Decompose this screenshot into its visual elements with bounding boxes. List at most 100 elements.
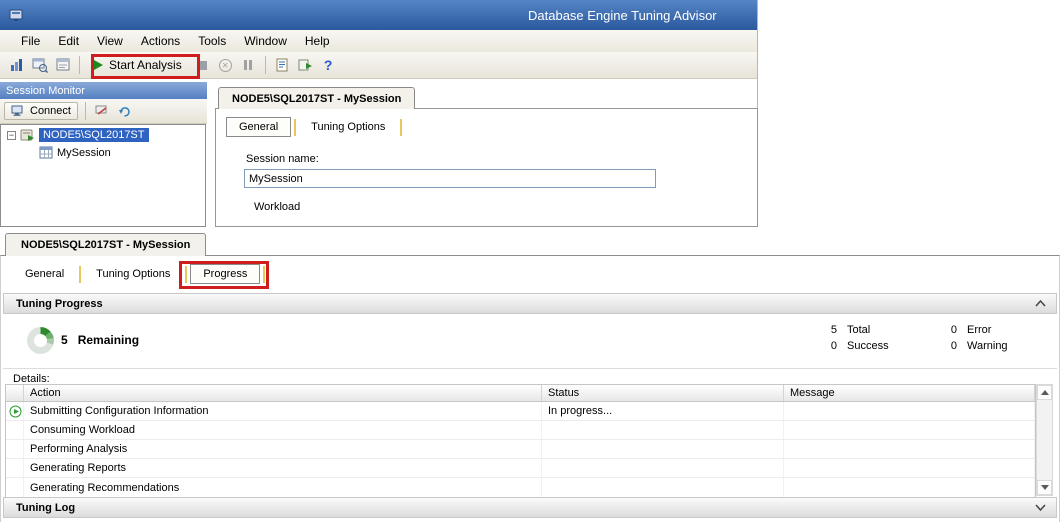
session-name-input[interactable]: [244, 169, 656, 188]
menu-tools[interactable]: Tools: [189, 31, 235, 51]
stat-error: 0 Error: [945, 322, 1008, 338]
remaining-counter: 5 Remaining: [61, 333, 139, 347]
connect-label: Connect: [30, 105, 71, 117]
table-header-action[interactable]: Action: [24, 385, 542, 401]
row-message: [784, 421, 1035, 439]
tab-general[interactable]: General: [226, 117, 291, 137]
row-message: [784, 402, 1035, 420]
row-action: Generating Reports: [24, 459, 542, 477]
row-message: [784, 478, 1035, 497]
workload-group-label: Workload: [254, 201, 757, 213]
details-scrollbar[interactable]: [1036, 384, 1053, 496]
in-progress-icon: [9, 405, 22, 418]
progress-document-tab-label: NODE5\SQL2017ST - MySession: [21, 239, 190, 251]
row-action: Consuming Workload: [24, 421, 542, 439]
progress-tabstrip: General Tuning Options Progress: [13, 264, 1059, 284]
row-status: [542, 440, 784, 458]
tree-node-server[interactable]: − NODE5\SQL2017ST: [1, 125, 205, 143]
connect-button[interactable]: Connect: [4, 102, 78, 120]
table-header-message[interactable]: Message: [784, 385, 1035, 401]
table-row[interactable]: Consuming Workload: [6, 421, 1035, 440]
tab-progress[interactable]: Progress: [190, 264, 260, 284]
session-grid-icon: [39, 146, 53, 159]
collapse-chevron-icon[interactable]: [1035, 300, 1046, 307]
import-session-icon[interactable]: [272, 55, 293, 76]
tab-separator: [263, 266, 265, 283]
session-monitor-header: Session Monitor: [0, 82, 207, 99]
row-status: In progress...: [542, 402, 784, 420]
error-label: Error: [967, 324, 991, 336]
tree-node-server-label[interactable]: NODE5\SQL2017ST: [39, 128, 149, 142]
tree-node-session-label[interactable]: MySession: [57, 147, 111, 159]
table-header-icon-column: [6, 385, 24, 401]
row-action: Performing Analysis: [24, 440, 542, 458]
expand-chevron-icon[interactable]: [1035, 504, 1046, 511]
tab-general[interactable]: General: [13, 265, 76, 283]
tuning-progress-section-header[interactable]: Tuning Progress: [3, 293, 1057, 314]
table-row[interactable]: Generating Recommendations: [6, 478, 1035, 497]
connect-icon: [11, 105, 25, 117]
menu-edit[interactable]: Edit: [49, 31, 88, 51]
row-status: [542, 459, 784, 477]
new-session-icon[interactable]: [6, 55, 27, 76]
export-session-icon[interactable]: [295, 55, 316, 76]
open-session-icon[interactable]: [29, 55, 50, 76]
toolbar-separator: [265, 56, 266, 74]
total-label: Total: [847, 324, 870, 336]
remaining-value: 5: [61, 333, 68, 347]
stop-analysis-icon[interactable]: [192, 55, 213, 76]
help-icon[interactable]: ?: [318, 55, 339, 76]
toolbar-separator: [79, 56, 80, 74]
table-row[interactable]: Performing Analysis: [6, 440, 1035, 459]
tab-tuning-options[interactable]: Tuning Options: [84, 265, 182, 283]
stat-group-error-warning: 0 Error 0 Warning: [945, 322, 1008, 354]
stat-success: 0 Success: [825, 338, 889, 354]
server-icon: [20, 128, 35, 142]
tab-tuning-options[interactable]: Tuning Options: [299, 118, 397, 136]
session-tree: − NODE5\SQL2017ST MySession: [0, 124, 206, 227]
menu-actions[interactable]: Actions: [132, 31, 189, 51]
session-tabstrip: General Tuning Options: [226, 117, 757, 137]
toolbar-separator: [85, 102, 86, 120]
row-status-icon-cell: [6, 402, 24, 420]
session-name-label: Session name:: [246, 153, 757, 165]
table-header-row: Action Status Message: [6, 385, 1035, 402]
total-value: 5: [825, 324, 837, 336]
menu-help[interactable]: Help: [296, 31, 339, 51]
table-header-status[interactable]: Status: [542, 385, 784, 401]
progress-document-tab[interactable]: NODE5\SQL2017ST - MySession: [5, 233, 206, 256]
row-status-icon-cell: [6, 478, 24, 497]
tuning-log-section-header[interactable]: Tuning Log: [3, 497, 1057, 518]
app-icon: [6, 5, 26, 25]
error-value: 0: [945, 324, 957, 336]
tab-separator: [294, 119, 296, 136]
title-bar: Database Engine Tuning Advisor: [0, 0, 757, 30]
row-status: [542, 478, 784, 497]
scroll-down-icon[interactable]: [1037, 480, 1052, 495]
scroll-up-icon[interactable]: [1037, 385, 1052, 400]
table-row[interactable]: Generating Reports: [6, 459, 1035, 478]
disconnect-icon[interactable]: [93, 102, 112, 121]
start-analysis-button[interactable]: Start Analysis: [86, 56, 190, 74]
menu-window[interactable]: Window: [235, 31, 296, 51]
tuning-log-title: Tuning Log: [16, 502, 75, 514]
menu-view[interactable]: View: [88, 31, 132, 51]
window-title: Database Engine Tuning Advisor: [528, 8, 717, 23]
table-row[interactable]: Submitting Configuration Information In …: [6, 402, 1035, 421]
warning-label: Warning: [967, 340, 1008, 352]
progress-spinner-icon: [27, 327, 54, 354]
session-document-tab[interactable]: NODE5\SQL2017ST - MySession: [218, 87, 415, 109]
pause-icon[interactable]: [238, 55, 259, 76]
dta-main-window: Database Engine Tuning Advisor File Edit…: [0, 0, 758, 227]
session-properties-icon[interactable]: [52, 55, 73, 76]
menu-file[interactable]: File: [12, 31, 49, 51]
tree-expander-icon[interactable]: −: [7, 131, 16, 140]
refresh-icon[interactable]: [115, 102, 134, 121]
tab-separator: [400, 119, 402, 136]
session-document-tab-label: NODE5\SQL2017ST - MySession: [232, 93, 401, 105]
tree-node-session[interactable]: MySession: [1, 143, 205, 160]
cancel-icon[interactable]: ✕: [215, 55, 236, 76]
progress-details-table: Action Status Message Submitting Configu…: [5, 384, 1036, 498]
stat-total: 5 Total: [825, 322, 889, 338]
row-message: [784, 459, 1035, 477]
